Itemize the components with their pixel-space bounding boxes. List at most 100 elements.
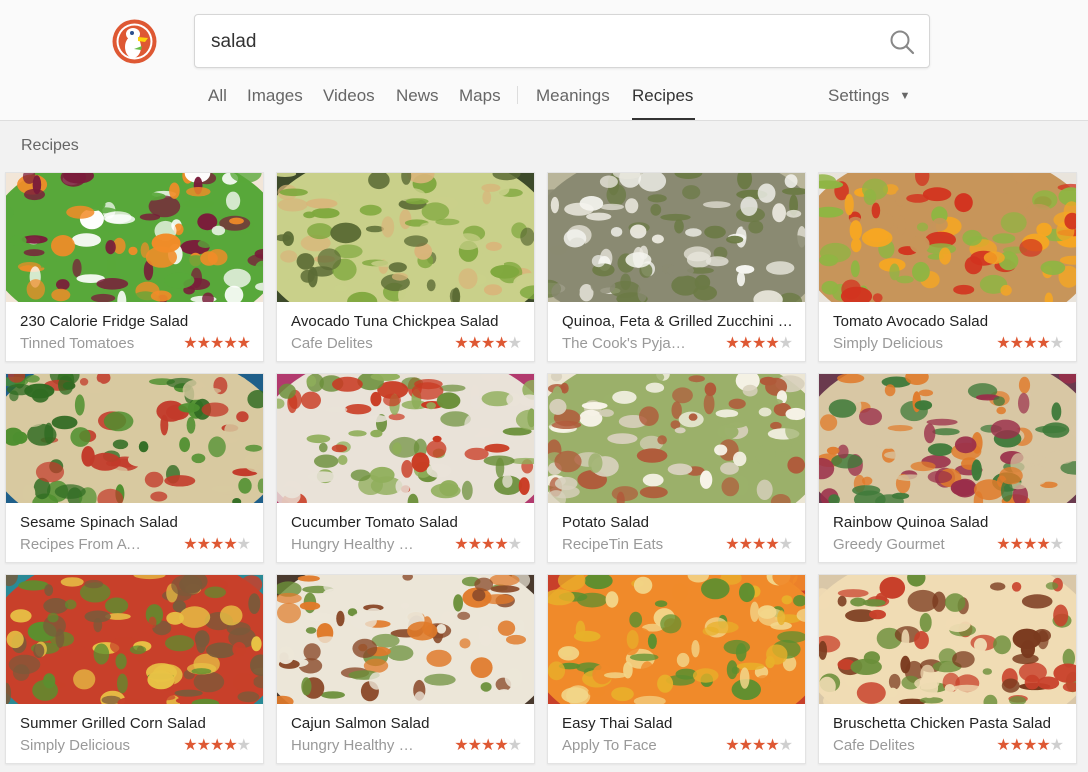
recipe-title[interactable]: Quinoa, Feta & Grilled Zucchini Salad xyxy=(562,313,794,330)
star-icon: ★ xyxy=(223,335,237,352)
star-icon: ★ xyxy=(751,737,766,754)
star-icon: ★ xyxy=(738,536,753,553)
star-icon: ★ xyxy=(778,335,793,352)
star-icon: ★ xyxy=(454,335,468,352)
star-icon: ★ xyxy=(196,335,211,352)
recipe-card[interactable]: 230 Calorie Fridge Salad Tinned Tomatoes ★… xyxy=(5,172,264,362)
recipe-title[interactable]: Avocado Tuna Chickpea Salad xyxy=(291,313,523,330)
recipe-title[interactable]: Tomato Avocado Salad xyxy=(833,313,1065,330)
recipe-card[interactable]: Quinoa, Feta & Grilled Zucchini Salad The… xyxy=(547,172,806,362)
star-icon: ★ xyxy=(196,536,211,553)
recipe-title[interactable]: Cajun Salmon Salad xyxy=(291,715,523,732)
recipe-card[interactable]: Rainbow Quinoa Salad Greedy Gourmet ★★★★★ xyxy=(818,373,1077,563)
recipe-image[interactable] xyxy=(6,374,263,503)
star-icon: ★ xyxy=(778,536,793,553)
star-rating: ★★★★★ xyxy=(996,737,1064,755)
recipe-source: Cafe Delites xyxy=(291,335,373,352)
recipe-image[interactable] xyxy=(277,173,534,302)
star-rating: ★★★★★ xyxy=(183,737,251,755)
tab-news[interactable]: News xyxy=(396,86,439,106)
tab-recipes[interactable]: Recipes xyxy=(632,86,693,106)
star-icon: ★ xyxy=(196,737,211,754)
tab-maps[interactable]: Maps xyxy=(459,86,501,106)
star-icon: ★ xyxy=(1009,536,1024,553)
star-icon: ★ xyxy=(725,737,739,754)
recipe-title[interactable]: 230 Calorie Fridge Salad xyxy=(20,313,252,330)
recipe-image[interactable] xyxy=(548,173,805,302)
settings-menu[interactable]: Settings ▼ xyxy=(828,86,910,106)
star-icon: ★ xyxy=(1022,737,1037,754)
search-input[interactable] xyxy=(209,15,873,69)
recipe-image[interactable] xyxy=(819,575,1076,704)
recipe-source: Hungry Healthy Happy xyxy=(291,536,416,553)
star-icon: ★ xyxy=(223,737,237,754)
recipe-source: Cafe Delites xyxy=(833,737,915,754)
recipe-source: Hungry Healthy Happy xyxy=(291,737,416,754)
recipe-image[interactable] xyxy=(277,374,534,503)
search-icon[interactable] xyxy=(889,29,915,55)
recipe-card[interactable]: Cucumber Tomato Salad Hungry Healthy Happ… xyxy=(276,373,535,563)
star-rating: ★★★★★ xyxy=(183,536,251,554)
recipe-card[interactable]: Summer Grilled Corn Salad Simply Deliciou… xyxy=(5,574,264,764)
recipe-title[interactable]: Potato Salad xyxy=(562,514,794,531)
star-icon: ★ xyxy=(996,536,1010,553)
star-icon: ★ xyxy=(1036,737,1050,754)
star-icon: ★ xyxy=(738,335,753,352)
recipe-card[interactable]: Cajun Salmon SaladHungry Healthy Happy★★… xyxy=(276,574,535,764)
star-rating: ★★★★★ xyxy=(996,536,1064,554)
star-icon: ★ xyxy=(467,536,482,553)
recipe-title[interactable]: Summer Grilled Corn Salad xyxy=(20,715,252,732)
star-icon: ★ xyxy=(765,737,779,754)
star-rating: ★★★★★ xyxy=(454,335,522,353)
recipe-card[interactable]: Easy Thai Salad Apply To Face ★★★★★ xyxy=(547,574,806,764)
star-icon: ★ xyxy=(778,737,793,754)
star-icon: ★ xyxy=(1009,737,1024,754)
recipe-image[interactable] xyxy=(548,374,805,503)
star-icon: ★ xyxy=(1009,335,1024,352)
recipe-image[interactable] xyxy=(819,374,1076,503)
recipe-image[interactable] xyxy=(6,173,263,302)
star-rating: ★★★★★ xyxy=(454,536,522,554)
star-icon: ★ xyxy=(480,737,495,754)
star-rating: ★★★★★ xyxy=(183,335,251,353)
recipe-title[interactable]: Rainbow Quinoa Salad xyxy=(833,514,1065,531)
tab-images[interactable]: Images xyxy=(247,86,303,106)
star-icon: ★ xyxy=(1036,536,1050,553)
star-icon: ★ xyxy=(183,536,197,553)
recipe-card[interactable]: Avocado Tuna Chickpea Salad Cafe Delites ★… xyxy=(276,172,535,362)
star-icon: ★ xyxy=(996,335,1010,352)
star-icon: ★ xyxy=(209,536,224,553)
recipe-title[interactable]: Sesame Spinach Salad xyxy=(20,514,252,531)
recipe-card[interactable]: Tomato Avocado Salad Simply Delicious ★★★★… xyxy=(818,172,1077,362)
star-icon: ★ xyxy=(454,536,468,553)
star-icon: ★ xyxy=(765,536,779,553)
tab-all[interactable]: All xyxy=(208,86,227,106)
recipe-image[interactable] xyxy=(819,173,1076,302)
recipe-card[interactable]: Sesame Spinach Salad Recipes From A Pantr… xyxy=(5,373,264,563)
star-rating: ★★★★★ xyxy=(996,335,1064,353)
star-icon: ★ xyxy=(480,536,495,553)
recipe-image[interactable] xyxy=(548,575,805,704)
recipe-card[interactable]: Bruschetta Chicken Pasta Salad Cafe Delit… xyxy=(818,574,1077,764)
recipe-image[interactable] xyxy=(277,575,534,704)
recipe-source: Apply To Face xyxy=(562,737,657,754)
tab-videos[interactable]: Videos xyxy=(323,86,375,106)
tab-meanings[interactable]: Meanings xyxy=(536,86,610,106)
recipe-card[interactable]: Potato Salad RecipeTin Eats ★★★★★ xyxy=(547,373,806,563)
search-box xyxy=(194,14,930,69)
star-rating: ★★★★★ xyxy=(454,737,522,755)
recipe-source: Greedy Gourmet xyxy=(833,536,945,553)
tab-separator xyxy=(517,86,518,104)
active-tab-indicator xyxy=(632,118,695,120)
star-icon: ★ xyxy=(1022,335,1037,352)
star-icon: ★ xyxy=(507,737,522,754)
star-icon: ★ xyxy=(765,335,779,352)
recipe-image[interactable] xyxy=(6,575,263,704)
star-icon: ★ xyxy=(494,737,508,754)
recipe-title[interactable]: Bruschetta Chicken Pasta Salad xyxy=(833,715,1065,732)
star-icon: ★ xyxy=(236,536,251,553)
star-icon: ★ xyxy=(751,335,766,352)
duckduckgo-logo[interactable] xyxy=(112,19,157,64)
recipe-title[interactable]: Cucumber Tomato Salad xyxy=(291,514,523,531)
recipe-title[interactable]: Easy Thai Salad xyxy=(562,715,794,732)
